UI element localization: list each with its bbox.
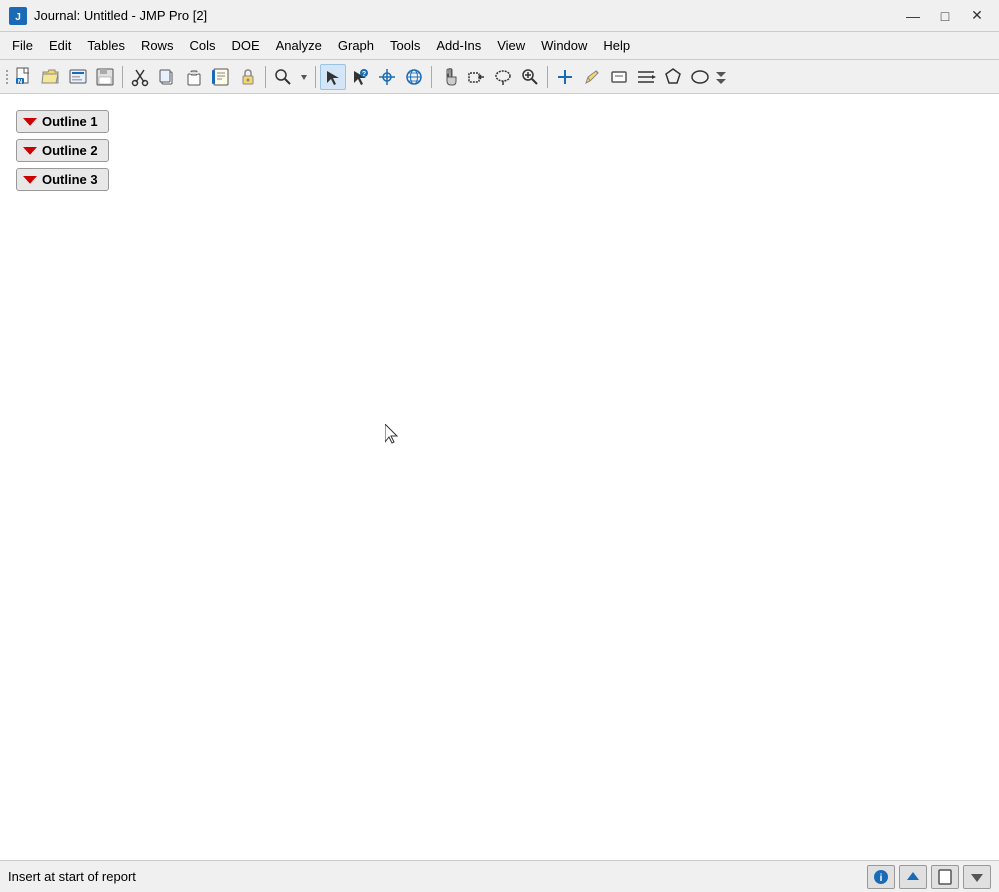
main-content: Outline 1 Outline 2 Outline 3 (0, 94, 999, 860)
status-bar: Insert at start of report i (0, 860, 999, 892)
globe-button[interactable] (401, 64, 427, 90)
menu-view[interactable]: View (489, 35, 533, 56)
copy-button[interactable] (154, 64, 180, 90)
maximize-button[interactable]: □ (931, 6, 959, 26)
outline-item-3[interactable]: Outline 3 (16, 168, 983, 191)
help-tool-button[interactable]: ? (347, 64, 373, 90)
minimize-button[interactable]: — (899, 6, 927, 26)
svg-text:J: J (15, 12, 21, 23)
menu-file[interactable]: File (4, 35, 41, 56)
lock-button[interactable] (235, 64, 261, 90)
title-bar: J Journal: Untitled - JMP Pro [2] — □ ✕ (0, 0, 999, 32)
menu-addins[interactable]: Add-Ins (428, 35, 489, 56)
menu-help[interactable]: Help (595, 35, 638, 56)
status-text: Insert at start of report (8, 869, 136, 884)
outline-label-3: Outline 3 (42, 172, 98, 187)
toolbar-sep-2 (265, 66, 266, 88)
cut-button[interactable] (127, 64, 153, 90)
scroll-up-button[interactable] (899, 865, 927, 889)
menu-window[interactable]: Window (533, 35, 595, 56)
menu-cols[interactable]: Cols (181, 35, 223, 56)
new-button[interactable]: N (11, 64, 37, 90)
menu-tools[interactable]: Tools (382, 35, 428, 56)
toolbar-overflow[interactable] (714, 64, 728, 90)
select-button[interactable] (463, 64, 489, 90)
menu-tables[interactable]: Tables (79, 35, 133, 56)
hand-button[interactable] (436, 64, 462, 90)
lasso-button[interactable] (490, 64, 516, 90)
outline-item-2[interactable]: Outline 2 (16, 139, 983, 162)
open-button[interactable] (38, 64, 64, 90)
app-icon: J (8, 6, 28, 26)
scroll-down-button[interactable] (963, 865, 991, 889)
search-button[interactable] (270, 64, 296, 90)
menu-edit[interactable]: Edit (41, 35, 79, 56)
outline-arrow-3 (23, 173, 37, 187)
svg-text:N: N (18, 79, 22, 85)
outline-label-1: Outline 1 (42, 114, 98, 129)
journal-button[interactable] (208, 64, 234, 90)
ellipse-button[interactable] (687, 64, 713, 90)
outline-label-2: Outline 2 (42, 143, 98, 158)
toolbar-sep-1 (122, 66, 123, 88)
arrow-tool-button[interactable] (320, 64, 346, 90)
polygon-button[interactable] (660, 64, 686, 90)
outline-item-1[interactable]: Outline 1 (16, 110, 983, 133)
outline-arrow-1 (23, 115, 37, 129)
svg-text:?: ? (362, 71, 366, 78)
cursor (385, 424, 401, 444)
status-controls: i (867, 865, 991, 889)
add-button[interactable] (552, 64, 578, 90)
browse-button[interactable] (65, 64, 91, 90)
toolbar-sep-3 (315, 66, 316, 88)
menu-bar: File Edit Tables Rows Cols DOE Analyze G… (0, 32, 999, 60)
toolbar: N (0, 60, 999, 94)
close-button[interactable]: ✕ (963, 6, 991, 26)
outline-arrow-2 (23, 144, 37, 158)
window-title: Journal: Untitled - JMP Pro [2] (34, 8, 207, 23)
lines-button[interactable] (633, 64, 659, 90)
outline-button-1[interactable]: Outline 1 (16, 110, 109, 133)
menu-rows[interactable]: Rows (133, 35, 182, 56)
outline-button-2[interactable]: Outline 2 (16, 139, 109, 162)
window-controls: — □ ✕ (899, 6, 991, 26)
crosshair-button[interactable] (374, 64, 400, 90)
save-button[interactable] (92, 64, 118, 90)
outline-button-3[interactable]: Outline 3 (16, 168, 109, 191)
search-dropdown[interactable] (297, 64, 311, 90)
svg-text:i: i (880, 873, 883, 884)
menu-doe[interactable]: DOE (223, 35, 267, 56)
toolbar-sep-5 (547, 66, 548, 88)
toolbar-sep-4 (431, 66, 432, 88)
toolbar-drag-handle[interactable] (4, 65, 10, 89)
pencil-button[interactable] (579, 64, 605, 90)
menu-graph[interactable]: Graph (330, 35, 382, 56)
paste-button[interactable] (181, 64, 207, 90)
info-button[interactable]: i (867, 865, 895, 889)
menu-analyze[interactable]: Analyze (268, 35, 330, 56)
page-view-button[interactable] (931, 865, 959, 889)
annotate-button[interactable] (606, 64, 632, 90)
zoom-button[interactable] (517, 64, 543, 90)
